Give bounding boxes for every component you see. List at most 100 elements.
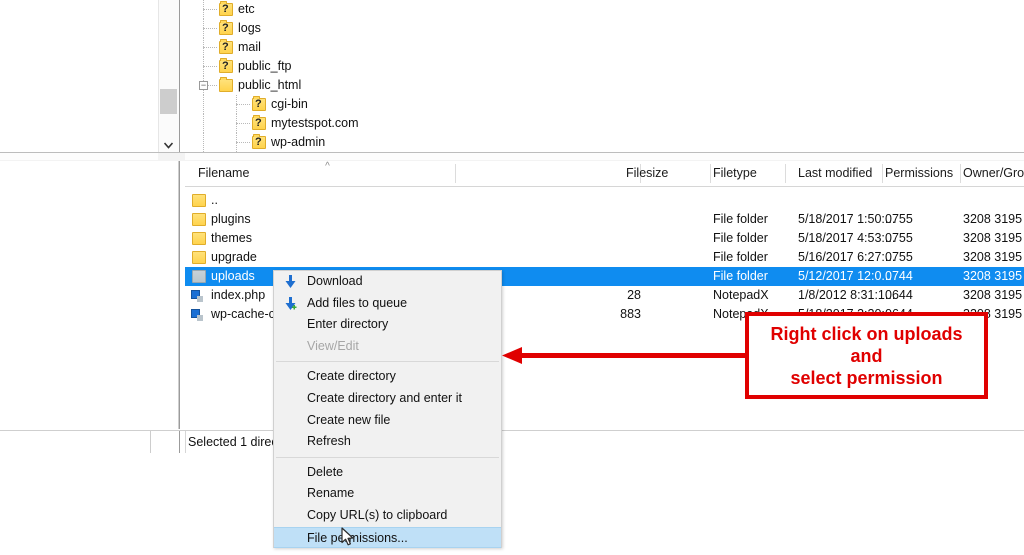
- scroll-down-chevron-icon[interactable]: [160, 138, 177, 152]
- cell-owner: 3208 3195: [963, 250, 1023, 264]
- file-row[interactable]: plugins File folder 5/18/2017 1:50:... 0755…: [185, 210, 1024, 229]
- column-header-modified[interactable]: Last modified: [798, 161, 872, 186]
- tree-panes-container: ? etc? logs? mail? public_ftp − public_html? cg…: [0, 0, 1024, 155]
- tree-guide-line: [236, 123, 250, 124]
- cell-permissions: 0644: [885, 288, 913, 302]
- tree-item-cgi-bin[interactable]: ? cgi-bin: [185, 95, 1024, 114]
- menu-item-label: Create directory: [307, 369, 396, 384]
- tree-item-etc[interactable]: ? etc: [185, 0, 1024, 19]
- cell-filename: index.php: [211, 288, 266, 302]
- add-to-queue-arrow-icon: [285, 296, 297, 310]
- tree-item-label: mail: [238, 40, 261, 54]
- menu-separator: [276, 456, 499, 458]
- folder-icon: [192, 232, 206, 245]
- folder-question-icon: ?: [252, 115, 266, 130]
- folder-icon: [192, 213, 206, 226]
- column-header-permissions[interactable]: Permissions: [885, 161, 953, 186]
- menu-item-create-directory[interactable]: Create directory: [274, 366, 501, 388]
- menu-item-download[interactable]: Download: [274, 271, 501, 293]
- menu-item-label: Create directory and enter it: [307, 390, 462, 405]
- cell-filetype: File folder: [713, 269, 768, 283]
- local-tree-scrollbar-thumb[interactable]: [160, 89, 177, 114]
- php-file-icon: [191, 290, 203, 302]
- menu-item-label: Copy URL(s) to clipboard: [307, 507, 448, 522]
- menu-item-create-new-file[interactable]: Create new file: [274, 410, 501, 432]
- tree-guide-line: [203, 9, 217, 10]
- tree-item-label: mytestspot.com: [271, 116, 359, 130]
- cell-filesize: [599, 191, 641, 210]
- tree-item-mytestspot-com[interactable]: ? mytestspot.com: [185, 114, 1024, 133]
- column-separator[interactable]: [785, 164, 786, 183]
- cell-filetype: File folder: [713, 231, 768, 245]
- column-header-filetype[interactable]: Filetype: [713, 161, 757, 186]
- column-separator[interactable]: [710, 164, 711, 183]
- menu-item-delete[interactable]: Delete: [274, 462, 501, 484]
- column-separator[interactable]: [455, 164, 456, 183]
- menu-item-enter-directory[interactable]: Enter directory: [274, 314, 501, 336]
- cell-filesize: [599, 229, 641, 248]
- tree-item-label: wp-admin: [271, 135, 326, 149]
- folder-question-icon: ?: [219, 39, 233, 54]
- local-file-list-panel[interactable]: [0, 161, 179, 429]
- file-row[interactable]: themes File folder 5/18/2017 4:53:... 0755 3…: [185, 229, 1024, 248]
- column-header-owner[interactable]: Owner/Gro...: [963, 161, 1024, 186]
- local-tree-panel[interactable]: [0, 0, 158, 150]
- cell-filename: ..: [211, 193, 218, 207]
- cell-permissions: 0755: [885, 212, 913, 226]
- cell-permissions: 0755: [885, 250, 913, 264]
- menu-item-label: Create new file: [307, 412, 391, 427]
- menu-item-file-permissions[interactable]: File permissions...: [274, 526, 501, 549]
- cell-modified: 5/18/2017 1:50:...: [798, 212, 896, 226]
- folder-question-icon: ?: [219, 20, 233, 35]
- tree-item-label: logs: [238, 21, 261, 35]
- tree-item-wp-admin[interactable]: ? wp-admin: [185, 133, 1024, 152]
- menu-item-refresh[interactable]: Refresh: [274, 431, 501, 453]
- menu-item-label: Enter directory: [307, 317, 389, 332]
- column-separator[interactable]: [960, 164, 961, 183]
- file-row[interactable]: upgrade File folder 5/16/2017 6:27:... 0755…: [185, 248, 1024, 267]
- remote-tree-panel[interactable]: ? etc? logs? mail? public_ftp − public_html? cg…: [185, 0, 1024, 152]
- tree-guide-line: [203, 114, 204, 133]
- column-header-filename[interactable]: Filename: [198, 161, 249, 186]
- tree-guide-line: [236, 104, 250, 105]
- menu-item-create-directory-and-enter-it[interactable]: Create directory and enter it: [274, 388, 501, 410]
- annotation-callout-box: Right click on uploads and select permissi…: [745, 312, 988, 399]
- tree-expander-collapse-icon[interactable]: −: [199, 81, 208, 90]
- tree-item-label: public_ftp: [238, 59, 292, 73]
- tree-item-public-ftp[interactable]: ? public_ftp: [185, 57, 1024, 76]
- tree-guide-line: [203, 133, 204, 152]
- tree-guide-line: [203, 95, 204, 114]
- tree-item-logs[interactable]: ? logs: [185, 19, 1024, 38]
- column-header-filesize[interactable]: Filesize: [626, 161, 668, 186]
- cell-owner: 3208 3195: [963, 288, 1023, 302]
- cell-filesize: [599, 210, 641, 229]
- annotation-line: and: [850, 345, 883, 366]
- menu-item-label: Delete: [307, 464, 344, 479]
- cell-filetype: File folder: [713, 212, 768, 226]
- file-row[interactable]: ..: [185, 191, 1024, 210]
- annotation-line: select permission: [790, 367, 943, 388]
- file-list-column-header[interactable]: ^ Filename Filesize Filetype Last modified P…: [185, 161, 1024, 187]
- folder-question-icon: ?: [219, 58, 233, 73]
- file-context-menu[interactable]: Download Add files to queue Enter director…: [273, 270, 502, 549]
- local-tree-scrollbar[interactable]: [158, 0, 180, 152]
- cell-filename: themes: [211, 231, 252, 245]
- cell-filename: plugins: [211, 212, 251, 226]
- tree-item-public-html[interactable]: − public_html: [185, 76, 1024, 95]
- menu-item-rename[interactable]: Rename: [274, 483, 501, 505]
- menu-item-label: Add files to queue: [307, 295, 408, 310]
- status-bar-splitter: [179, 431, 186, 453]
- status-bar: Selected 1 direct: [0, 430, 1024, 455]
- column-separator[interactable]: [882, 164, 883, 183]
- cell-modified: 1/8/2012 8:31:1...: [798, 288, 896, 302]
- menu-item-label: Rename: [307, 486, 355, 501]
- folder-question-icon: ?: [252, 134, 266, 149]
- local-status-section: [0, 431, 151, 453]
- menu-item-add-files-to-queue[interactable]: Add files to queue: [274, 293, 501, 315]
- menu-item-label: File permissions...: [307, 530, 408, 545]
- tree-guide-line: [236, 142, 250, 143]
- tree-guide-line: [203, 47, 217, 48]
- menu-item-label: Refresh: [307, 434, 351, 449]
- menu-item-copy-url-s-to-clipboard[interactable]: Copy URL(s) to clipboard: [274, 505, 501, 527]
- tree-item-mail[interactable]: ? mail: [185, 38, 1024, 57]
